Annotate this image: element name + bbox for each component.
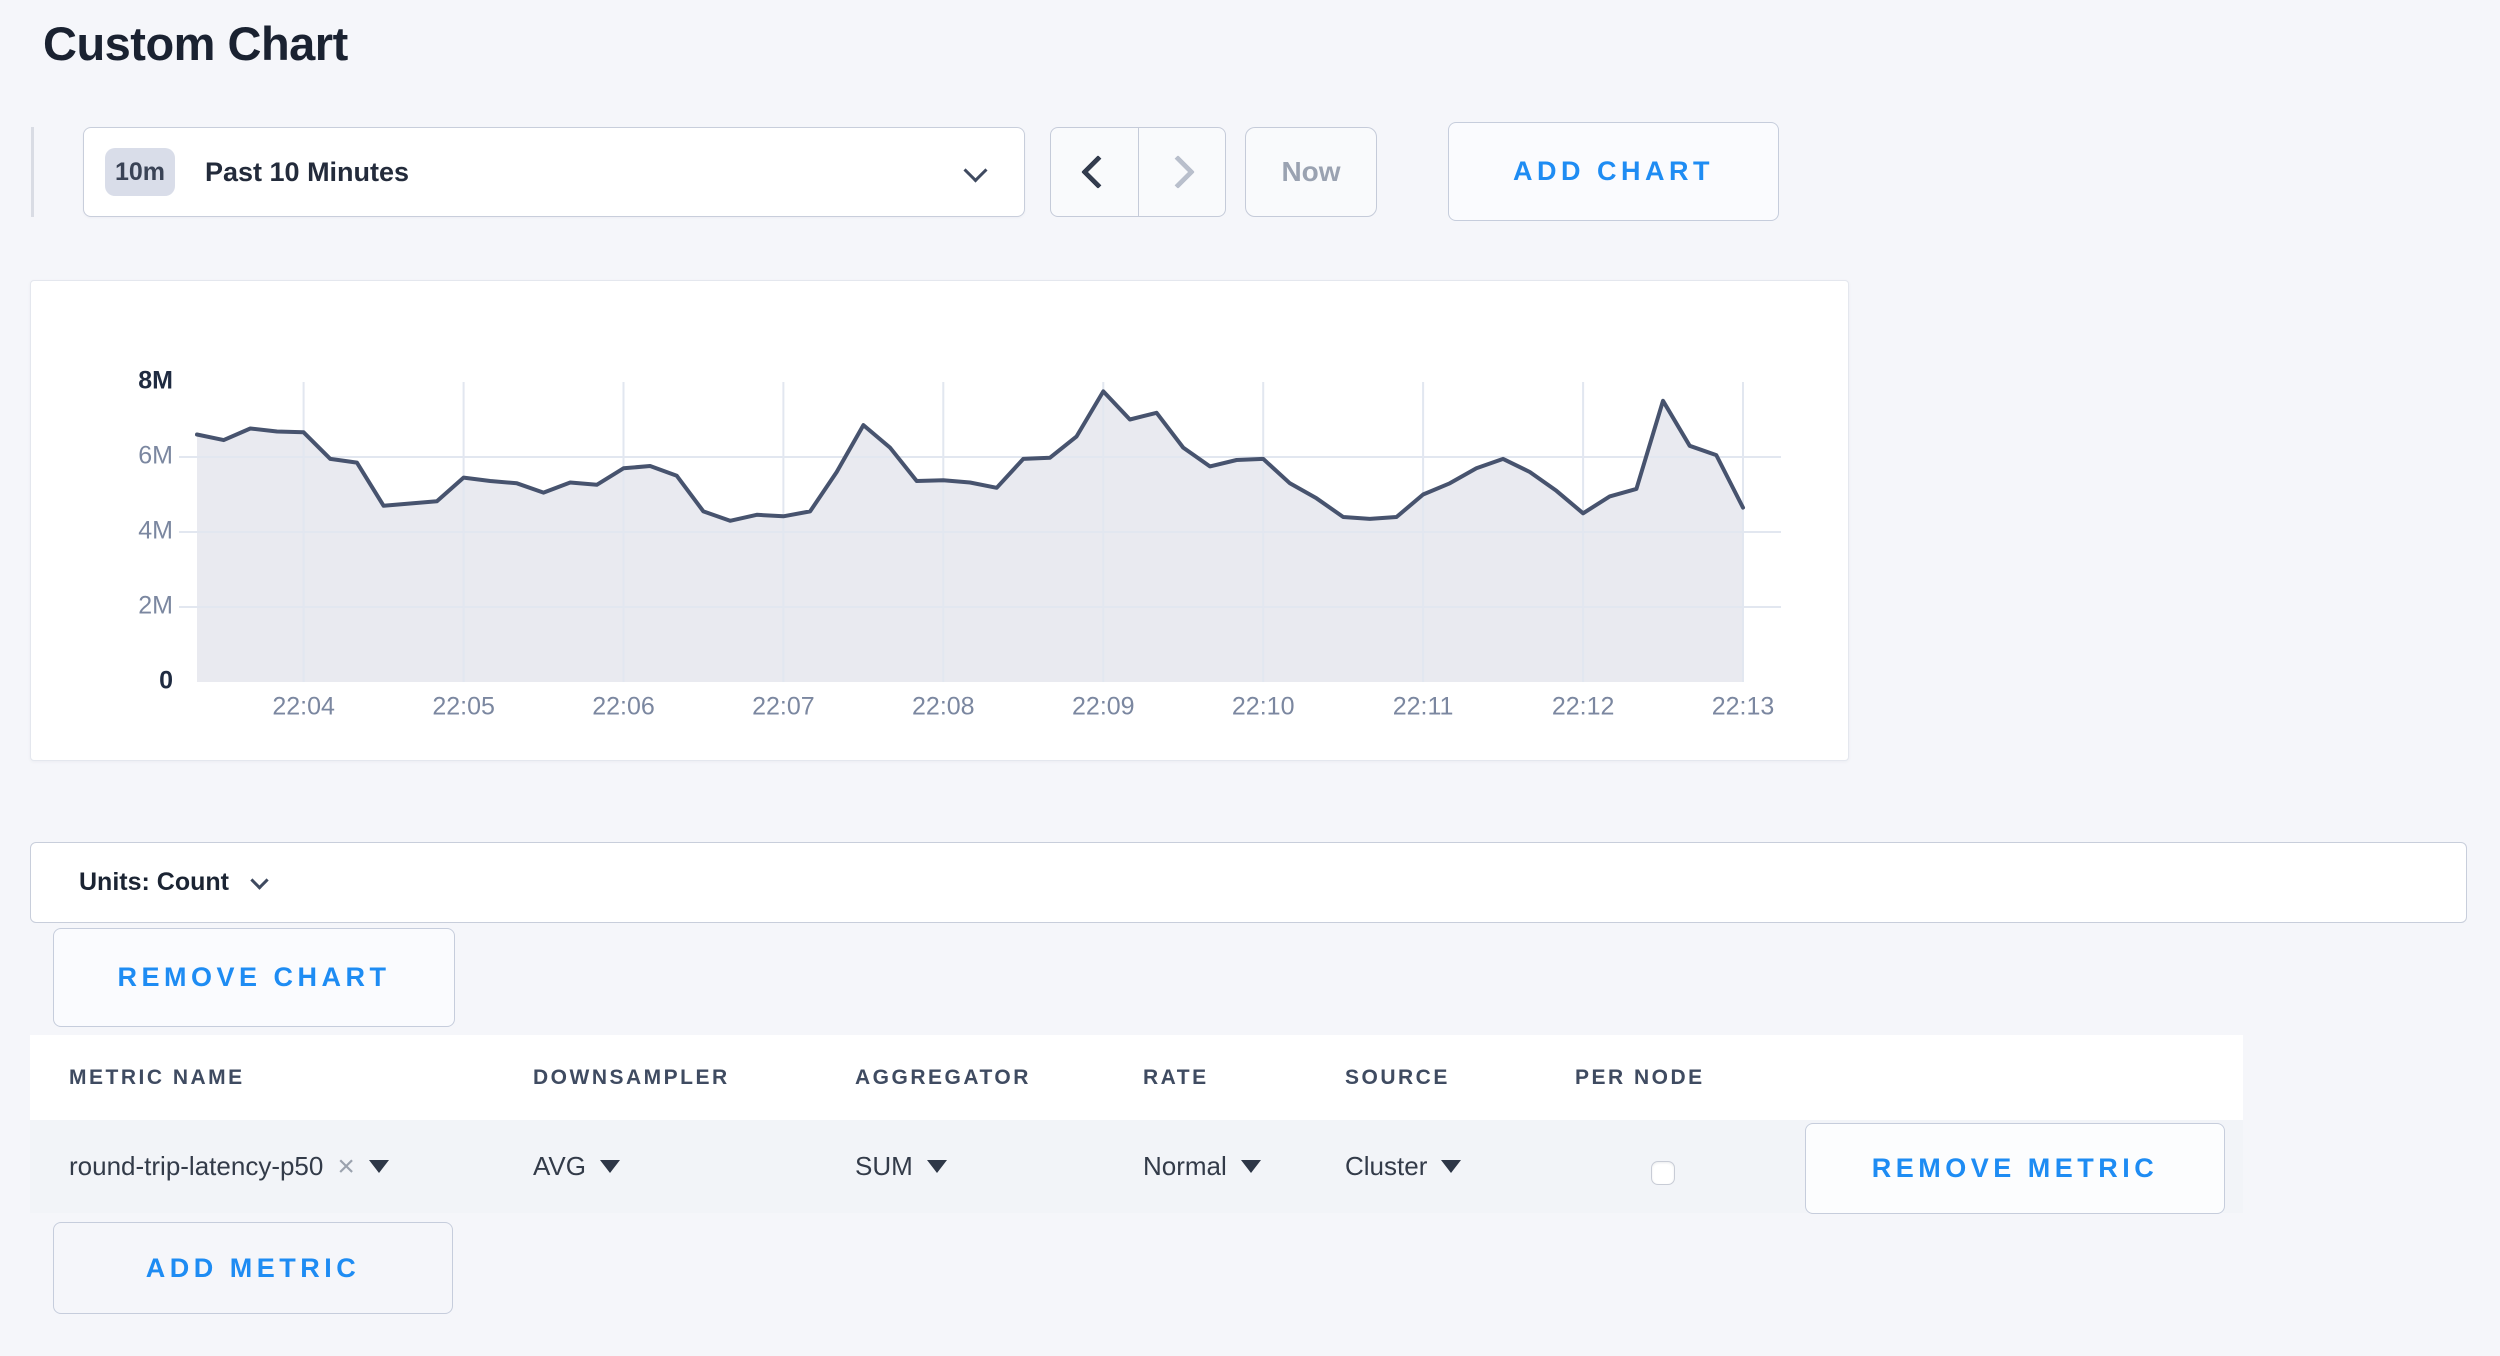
timeseries-chart[interactable]: 0 2M 4M 6M 8M 22:04 22:05 22:06 22:07 22:08 22:09 2… <box>31 281 1850 762</box>
metrics-table-header: METRIC NAME DOWNSAMPLER AGGREGATOR RATE … <box>30 1035 2243 1120</box>
metric-name-value: round-trip-latency-p50 <box>69 1151 323 1182</box>
x-axis-label: 22:10 <box>1232 693 1295 721</box>
remove-metric-button[interactable]: REMOVE METRIC <box>1805 1123 2225 1214</box>
chevron-left-icon <box>1081 155 1115 189</box>
rate-dropdown[interactable]: Normal <box>1143 1120 1261 1213</box>
caret-down-icon <box>369 1160 389 1173</box>
x-axis-label: 22:06 <box>592 693 655 721</box>
x-axis-label: 22:05 <box>432 693 495 721</box>
y-axis-label: 6M <box>138 442 173 470</box>
time-window-label: Past 10 Minutes <box>205 157 409 188</box>
toolbar-left-divider <box>31 127 34 217</box>
chevron-down-icon <box>963 158 987 182</box>
time-next-button[interactable] <box>1139 128 1226 216</box>
chart-area-fill <box>197 391 1743 682</box>
caret-down-icon <box>600 1160 620 1173</box>
x-axis-label: 22:04 <box>272 693 335 721</box>
aggregator-value: SUM <box>855 1151 913 1182</box>
time-nav-group <box>1050 127 1226 217</box>
per-node-checkbox[interactable] <box>1651 1161 1675 1185</box>
units-dropdown[interactable]: Units: Count <box>30 842 2467 923</box>
x-axis-label: 22:11 <box>1393 693 1454 721</box>
y-axis-label: 8M <box>138 367 173 395</box>
downsampler-dropdown[interactable]: AVG <box>533 1120 620 1213</box>
now-button[interactable]: Now <box>1245 127 1377 217</box>
x-axis-label: 22:07 <box>752 693 815 721</box>
source-dropdown[interactable]: Cluster <box>1345 1120 1461 1213</box>
time-prev-button[interactable] <box>1051 128 1139 216</box>
add-metric-button[interactable]: ADD METRIC <box>53 1222 453 1314</box>
header-rate: RATE <box>1143 1035 1209 1120</box>
chevron-right-icon <box>1161 155 1195 189</box>
x-axis-label: 22:13 <box>1712 693 1775 721</box>
time-range-dropdown[interactable]: 10m Past 10 Minutes <box>83 127 1025 217</box>
add-chart-button[interactable]: ADD CHART <box>1448 122 1779 221</box>
caret-down-icon <box>1441 1160 1461 1173</box>
time-window-badge: 10m <box>105 148 175 196</box>
source-value: Cluster <box>1345 1151 1427 1182</box>
header-aggregator: AGGREGATOR <box>855 1035 1031 1120</box>
remove-chart-button[interactable]: REMOVE CHART <box>53 928 455 1027</box>
caret-down-icon <box>927 1160 947 1173</box>
aggregator-dropdown[interactable]: SUM <box>855 1120 947 1213</box>
chart-card: 0 2M 4M 6M 8M 22:04 22:05 22:06 22:07 22:08 22:09 2… <box>30 280 1849 761</box>
x-axis-label: 22:12 <box>1552 693 1615 721</box>
header-per-node: PER NODE <box>1575 1035 1705 1120</box>
y-axis-label: 0 <box>159 667 173 695</box>
header-downsampler: DOWNSAMPLER <box>533 1035 730 1120</box>
y-axis-label: 2M <box>138 592 173 620</box>
clear-metric-icon[interactable]: × <box>337 1152 355 1182</box>
y-axis-label: 4M <box>138 517 173 545</box>
metric-name-dropdown[interactable]: round-trip-latency-p50 × <box>69 1120 389 1213</box>
downsampler-value: AVG <box>533 1151 586 1182</box>
header-metric-name: METRIC NAME <box>69 1035 245 1120</box>
rate-value: Normal <box>1143 1151 1227 1182</box>
custom-chart-page: Custom Chart 10m Past 10 Minutes Now ADD… <box>0 0 2500 1356</box>
x-axis-label: 22:09 <box>1072 693 1135 721</box>
units-label: Units: Count <box>79 868 229 897</box>
chevron-down-icon <box>250 871 268 889</box>
caret-down-icon <box>1241 1160 1261 1173</box>
metric-row: round-trip-latency-p50 × AVG SUM Normal … <box>30 1120 2243 1213</box>
page-title: Custom Chart <box>43 16 348 71</box>
header-source: SOURCE <box>1345 1035 1450 1120</box>
x-axis-label: 22:08 <box>912 693 975 721</box>
